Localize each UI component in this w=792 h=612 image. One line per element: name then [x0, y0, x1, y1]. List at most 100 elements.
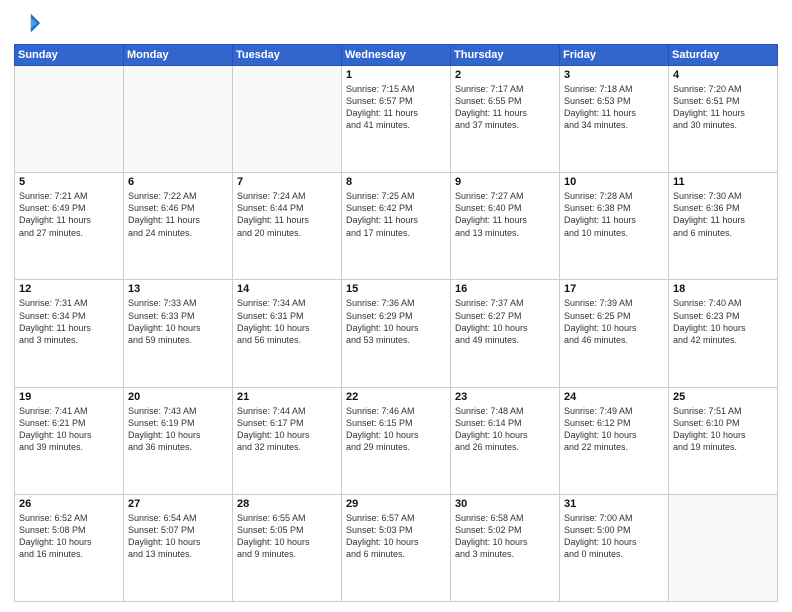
calendar-cell: 11Sunrise: 7:30 AM Sunset: 6:36 PM Dayli… — [669, 173, 778, 280]
calendar-cell: 18 Sunrise: 7:40 AM Sunset: 6:23 PM Dayli… — [669, 280, 778, 387]
day-number: 12 — [19, 283, 119, 295]
day-number: 17 — [564, 283, 664, 295]
day-info: Sunrise: 7:48 AM Sunset: 6:14 PM Dayligh… — [455, 405, 555, 454]
day-number: 1 — [346, 69, 446, 81]
day-info: Sunrise: 7:21 AM Sunset: 6:49 PM Dayligh… — [19, 190, 119, 239]
calendar-cell: 20Sunrise: 7:43 AM Sunset: 6:19 PM Dayli… — [124, 387, 233, 494]
calendar-cell: 30 Sunrise: 6:58 AM Sunset: 5:02 PM Dayli… — [451, 494, 560, 601]
calendar-cell — [15, 66, 124, 173]
calendar-cell: 2 Sunrise: 7:17 AM Sunset: 6:55 PM Daylig… — [451, 66, 560, 173]
day-number: 8 — [346, 176, 446, 188]
day-number: 2 — [455, 69, 555, 81]
calendar-cell: 13 Sunrise: 7:33 AM Sunset: 6:33 PM Dayli… — [124, 280, 233, 387]
calendar-cell: 14 Sunrise: 7:34 AM Sunset: 6:31 PM Dayli… — [233, 280, 342, 387]
calendar-cell: 27Sunrise: 6:54 AM Sunset: 5:07 PM Dayli… — [124, 494, 233, 601]
calendar-cell: 8 Sunrise: 7:25 AM Sunset: 6:42 PM Daylig… — [342, 173, 451, 280]
day-info: Sunrise: 6:52 AM Sunset: 5:08 PM Dayligh… — [19, 512, 119, 561]
day-info: Sunrise: 7:40 AM Sunset: 6:23 PM Dayligh… — [673, 297, 773, 346]
calendar-header-row: SundayMondayTuesdayWednesdayThursdayFrid… — [15, 45, 778, 66]
day-info: Sunrise: 7:37 AM Sunset: 6:27 PM Dayligh… — [455, 297, 555, 346]
day-info: Sunrise: 7:24 AM Sunset: 6:44 PM Dayligh… — [237, 190, 337, 239]
day-number: 7 — [237, 176, 337, 188]
calendar-cell: 25Sunrise: 7:51 AM Sunset: 6:10 PM Dayli… — [669, 387, 778, 494]
day-number: 31 — [564, 498, 664, 510]
logo — [14, 10, 46, 38]
general-blue-icon — [14, 10, 42, 38]
calendar-cell: 3 Sunrise: 7:18 AM Sunset: 6:53 PM Daylig… — [560, 66, 669, 173]
day-info: Sunrise: 7:39 AM Sunset: 6:25 PM Dayligh… — [564, 297, 664, 346]
day-info: Sunrise: 6:55 AM Sunset: 5:05 PM Dayligh… — [237, 512, 337, 561]
day-number: 20 — [128, 391, 228, 403]
day-info: Sunrise: 7:33 AM Sunset: 6:33 PM Dayligh… — [128, 297, 228, 346]
day-header-sunday: Sunday — [15, 45, 124, 66]
day-number: 21 — [237, 391, 337, 403]
day-info: Sunrise: 7:41 AM Sunset: 6:21 PM Dayligh… — [19, 405, 119, 454]
day-info: Sunrise: 6:57 AM Sunset: 5:03 PM Dayligh… — [346, 512, 446, 561]
day-info: Sunrise: 7:00 AM Sunset: 5:00 PM Dayligh… — [564, 512, 664, 561]
day-number: 9 — [455, 176, 555, 188]
day-number: 30 — [455, 498, 555, 510]
day-info: Sunrise: 7:15 AM Sunset: 6:57 PM Dayligh… — [346, 83, 446, 132]
calendar-cell: 10Sunrise: 7:28 AM Sunset: 6:38 PM Dayli… — [560, 173, 669, 280]
calendar-cell: 12 Sunrise: 7:31 AM Sunset: 6:34 PM Dayli… — [15, 280, 124, 387]
day-info: Sunrise: 6:58 AM Sunset: 5:02 PM Dayligh… — [455, 512, 555, 561]
day-number: 15 — [346, 283, 446, 295]
calendar-cell — [233, 66, 342, 173]
day-info: Sunrise: 7:25 AM Sunset: 6:42 PM Dayligh… — [346, 190, 446, 239]
calendar-cell: 6 Sunrise: 7:22 AM Sunset: 6:46 PM Daylig… — [124, 173, 233, 280]
calendar-cell: 7 Sunrise: 7:24 AM Sunset: 6:44 PM Daylig… — [233, 173, 342, 280]
day-number: 23 — [455, 391, 555, 403]
page: SundayMondayTuesdayWednesdayThursdayFrid… — [0, 0, 792, 612]
calendar-cell: 23 Sunrise: 7:48 AM Sunset: 6:14 PM Dayli… — [451, 387, 560, 494]
day-number: 22 — [346, 391, 446, 403]
calendar-cell: 16 Sunrise: 7:37 AM Sunset: 6:27 PM Dayli… — [451, 280, 560, 387]
day-info: Sunrise: 7:49 AM Sunset: 6:12 PM Dayligh… — [564, 405, 664, 454]
calendar-cell: 26Sunrise: 6:52 AM Sunset: 5:08 PM Dayli… — [15, 494, 124, 601]
day-number: 14 — [237, 283, 337, 295]
day-header-tuesday: Tuesday — [233, 45, 342, 66]
calendar-cell: 5 Sunrise: 7:21 AM Sunset: 6:49 PM Daylig… — [15, 173, 124, 280]
day-number: 6 — [128, 176, 228, 188]
calendar-week-3: 19 Sunrise: 7:41 AM Sunset: 6:21 PM Dayli… — [15, 387, 778, 494]
day-info: Sunrise: 7:44 AM Sunset: 6:17 PM Dayligh… — [237, 405, 337, 454]
day-info: Sunrise: 7:46 AM Sunset: 6:15 PM Dayligh… — [346, 405, 446, 454]
calendar-cell: 31 Sunrise: 7:00 AM Sunset: 5:00 PM Dayli… — [560, 494, 669, 601]
day-info: Sunrise: 7:34 AM Sunset: 6:31 PM Dayligh… — [237, 297, 337, 346]
day-number: 29 — [346, 498, 446, 510]
calendar-week-4: 26Sunrise: 6:52 AM Sunset: 5:08 PM Dayli… — [15, 494, 778, 601]
calendar-cell: 21 Sunrise: 7:44 AM Sunset: 6:17 PM Dayli… — [233, 387, 342, 494]
calendar-cell — [124, 66, 233, 173]
day-info: Sunrise: 7:18 AM Sunset: 6:53 PM Dayligh… — [564, 83, 664, 132]
calendar-cell: 22 Sunrise: 7:46 AM Sunset: 6:15 PM Dayli… — [342, 387, 451, 494]
day-header-friday: Friday — [560, 45, 669, 66]
day-number: 19 — [19, 391, 119, 403]
day-info: Sunrise: 7:30 AM Sunset: 6:36 PM Dayligh… — [673, 190, 773, 239]
calendar-table: SundayMondayTuesdayWednesdayThursdayFrid… — [14, 44, 778, 602]
calendar-cell — [669, 494, 778, 601]
calendar-week-1: 5 Sunrise: 7:21 AM Sunset: 6:49 PM Daylig… — [15, 173, 778, 280]
day-number: 3 — [564, 69, 664, 81]
day-number: 5 — [19, 176, 119, 188]
day-header-saturday: Saturday — [669, 45, 778, 66]
calendar-cell: 29 Sunrise: 6:57 AM Sunset: 5:03 PM Dayli… — [342, 494, 451, 601]
header — [14, 10, 778, 38]
day-number: 13 — [128, 283, 228, 295]
day-number: 28 — [237, 498, 337, 510]
day-header-thursday: Thursday — [451, 45, 560, 66]
day-info: Sunrise: 7:27 AM Sunset: 6:40 PM Dayligh… — [455, 190, 555, 239]
day-info: Sunrise: 7:31 AM Sunset: 6:34 PM Dayligh… — [19, 297, 119, 346]
day-number: 25 — [673, 391, 773, 403]
day-info: Sunrise: 7:20 AM Sunset: 6:51 PM Dayligh… — [673, 83, 773, 132]
calendar-week-0: 1 Sunrise: 7:15 AM Sunset: 6:57 PM Daylig… — [15, 66, 778, 173]
day-header-monday: Monday — [124, 45, 233, 66]
day-info: Sunrise: 7:22 AM Sunset: 6:46 PM Dayligh… — [128, 190, 228, 239]
day-number: 27 — [128, 498, 228, 510]
day-info: Sunrise: 7:17 AM Sunset: 6:55 PM Dayligh… — [455, 83, 555, 132]
day-header-wednesday: Wednesday — [342, 45, 451, 66]
day-number: 16 — [455, 283, 555, 295]
calendar-cell: 17 Sunrise: 7:39 AM Sunset: 6:25 PM Dayli… — [560, 280, 669, 387]
day-info: Sunrise: 7:28 AM Sunset: 6:38 PM Dayligh… — [564, 190, 664, 239]
calendar-cell: 24Sunrise: 7:49 AM Sunset: 6:12 PM Dayli… — [560, 387, 669, 494]
day-number: 18 — [673, 283, 773, 295]
calendar-week-2: 12 Sunrise: 7:31 AM Sunset: 6:34 PM Dayli… — [15, 280, 778, 387]
